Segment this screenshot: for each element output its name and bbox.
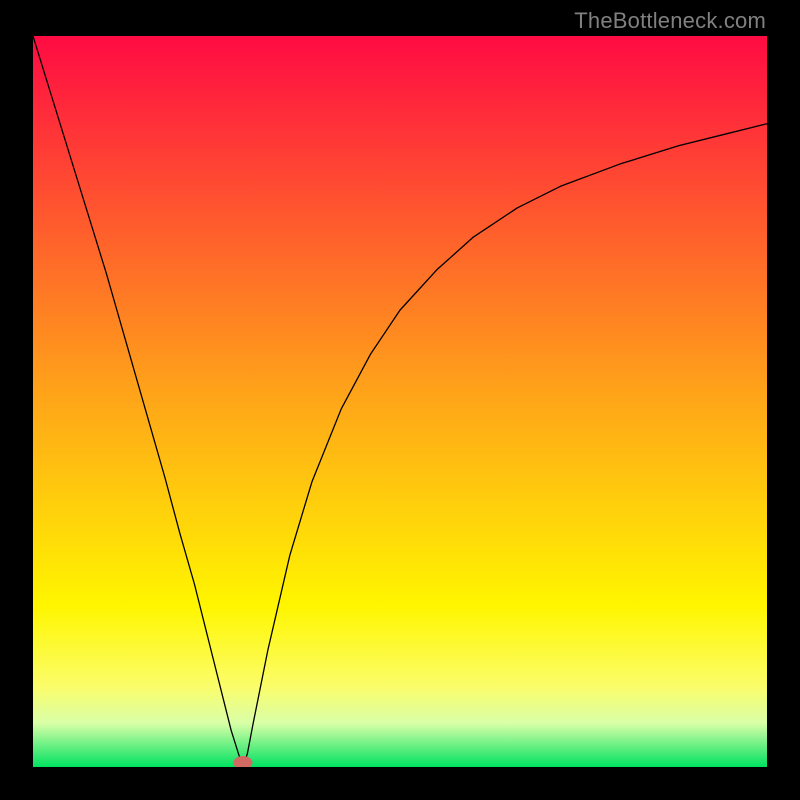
plot-area <box>33 36 767 767</box>
chart-frame: TheBottleneck.com <box>0 0 800 800</box>
watermark-text: TheBottleneck.com <box>574 8 766 34</box>
chart-svg <box>33 36 767 767</box>
